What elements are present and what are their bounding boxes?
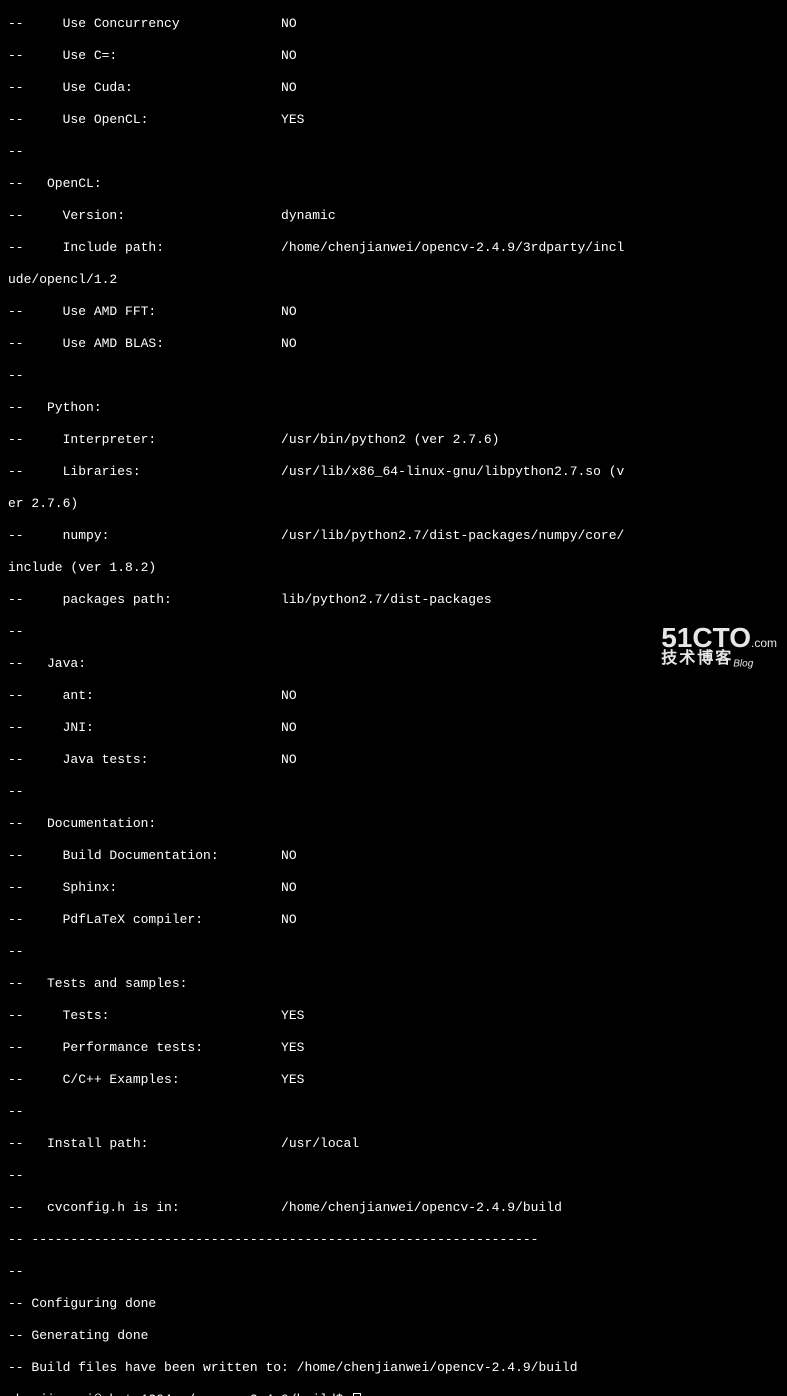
output-line: -- OpenCL:: [8, 176, 779, 192]
output-line: -- Use C=: NO: [8, 48, 779, 64]
output-line: -- PdfLaTeX compiler: NO: [8, 912, 779, 928]
output-line: -- Interpreter: /usr/bin/python2 (ver 2.…: [8, 432, 779, 448]
cursor-icon[interactable]: [353, 1393, 361, 1396]
output-line: -- Sphinx: NO: [8, 880, 779, 896]
output-line: -- C/C++ Examples: YES: [8, 1072, 779, 1088]
output-line: -- JNI: NO: [8, 720, 779, 736]
output-line: -- Configuring done: [8, 1296, 779, 1312]
watermark-sub: 技术博客: [661, 650, 733, 667]
output-line: -- Tests and samples:: [8, 976, 779, 992]
output-line: --: [8, 368, 779, 384]
output-line: -- Build Documentation: NO: [8, 848, 779, 864]
output-line: include (ver 1.8.2): [8, 560, 779, 576]
output-line: -- numpy: /usr/lib/python2.7/dist-packag…: [8, 528, 779, 544]
output-line: -- Use AMD BLAS: NO: [8, 336, 779, 352]
output-line: -- Build files have been written to: /ho…: [8, 1360, 779, 1376]
output-line: --: [8, 144, 779, 160]
output-line: --: [8, 944, 779, 960]
output-line: -- Generating done: [8, 1328, 779, 1344]
output-line: -- Libraries: /usr/lib/x86_64-linux-gnu/…: [8, 464, 779, 480]
shell-prompt: chenjianwei@ubutu1204:~/opencv-2.4.9/bui…: [8, 1392, 351, 1396]
output-line: -- packages path: lib/python2.7/dist-pac…: [8, 592, 779, 608]
watermark: 51CTO.com 技术博客Blog: [661, 630, 777, 673]
output-line: ude/opencl/1.2: [8, 272, 779, 288]
output-line: -- Use Cuda: NO: [8, 80, 779, 96]
output-line: --: [8, 1168, 779, 1184]
output-line: --: [8, 1264, 779, 1280]
output-line: -- Documentation:: [8, 816, 779, 832]
watermark-suffix: .com: [751, 636, 777, 650]
output-line: -- Install path: /usr/local: [8, 1136, 779, 1152]
output-line: -- Tests: YES: [8, 1008, 779, 1024]
output-line: -- Python:: [8, 400, 779, 416]
watermark-main: 51CTO: [661, 622, 751, 653]
output-line: -- Use AMD FFT: NO: [8, 304, 779, 320]
output-line: -- Performance tests: YES: [8, 1040, 779, 1056]
output-line: -- cvconfig.h is in: /home/chenjianwei/o…: [8, 1200, 779, 1216]
output-line: -- Use Concurrency NO: [8, 16, 779, 32]
output-line: -- Java tests: NO: [8, 752, 779, 768]
output-line: -- ant: NO: [8, 688, 779, 704]
terminal-output: -- Use Concurrency NO -- Use C=: NO -- U…: [0, 0, 787, 1396]
output-line: -- Include path: /home/chenjianwei/openc…: [8, 240, 779, 256]
output-line: --: [8, 1104, 779, 1120]
output-line: -- -------------------------------------…: [8, 1232, 779, 1248]
output-line: -- Use OpenCL: YES: [8, 112, 779, 128]
output-line: --: [8, 784, 779, 800]
output-line: er 2.7.6): [8, 496, 779, 512]
output-line: -- Version: dynamic: [8, 208, 779, 224]
watermark-blog: Blog: [733, 659, 753, 670]
